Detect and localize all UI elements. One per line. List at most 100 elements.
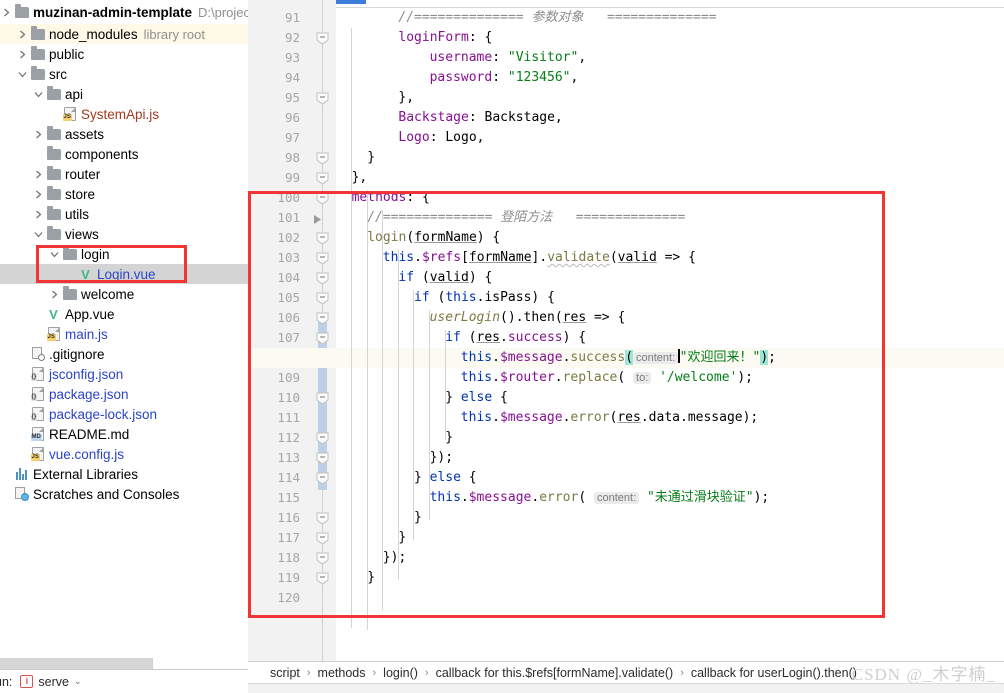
project-tree[interactable]: muzinan-admin-template D:\project\m node_m… <box>0 0 248 504</box>
breadcrumb-item[interactable]: methods <box>318 666 366 680</box>
breadcrumb-item[interactable]: callback for this.$refs[formName].valida… <box>436 666 674 680</box>
chevron-right-icon[interactable] <box>0 8 13 17</box>
run-configuration-bar[interactable]: un: serve ⌄ <box>0 669 248 693</box>
tree-item-views[interactable]: views <box>0 224 248 244</box>
code-line[interactable]: if (this.isPass) { <box>336 288 555 308</box>
breadcrumb-item[interactable]: script <box>270 666 300 680</box>
chevron-right-icon[interactable] <box>32 210 45 219</box>
tree-item-vue-config-js[interactable]: JS vue.config.js <box>0 444 248 464</box>
tree-item-welcome[interactable]: welcome <box>0 284 248 304</box>
fold-toggle-icon[interactable] <box>316 192 329 205</box>
code-line[interactable]: } else { <box>336 468 477 488</box>
fold-toggle-icon[interactable] <box>316 252 329 265</box>
chevron-down-icon[interactable] <box>48 250 61 259</box>
code-line[interactable]: //============== 参数对象 ============== <box>336 8 716 28</box>
fold-toggle-icon[interactable] <box>316 312 329 325</box>
run-gutter-icon[interactable] <box>312 213 324 225</box>
chevron-right-icon[interactable] <box>32 130 45 139</box>
code-content[interactable]: //============== 参数对象 ============== logi… <box>336 0 1004 661</box>
tree-item-readme-md[interactable]: MD README.md <box>0 424 248 444</box>
chevron-right-icon[interactable] <box>16 50 29 59</box>
fold-toggle-icon[interactable] <box>316 512 329 525</box>
code-line[interactable]: this.$message.success(content: "欢迎回来！"); <box>336 348 776 368</box>
tree-item-main-js[interactable]: JS main.js <box>0 324 248 344</box>
tree-item-login[interactable]: login <box>0 244 248 264</box>
tree-item-scratches-and-consoles[interactable]: Scratches and Consoles <box>0 484 248 504</box>
code-token: valid <box>617 250 657 265</box>
tree-item-store[interactable]: store <box>0 184 248 204</box>
chevron-down-icon[interactable]: ⌄ <box>74 676 82 687</box>
tree-item-api[interactable]: api <box>0 84 248 104</box>
breadcrumb-item[interactable]: callback for userLogin().then() <box>691 666 857 680</box>
fold-toggle-icon[interactable] <box>316 432 329 445</box>
tree-item-app-vue[interactable]: V App.vue <box>0 304 248 324</box>
editor-pane[interactable]: //============== 参数对象 ============== logi… <box>248 0 1004 693</box>
code-line[interactable]: } <box>336 528 406 548</box>
code-line[interactable]: password: "123456", <box>336 68 579 88</box>
fold-toggle-icon[interactable] <box>316 172 329 185</box>
code-line[interactable]: userLogin().then(res => { <box>336 308 626 328</box>
tree-item-label: App.vue <box>65 306 115 322</box>
chevron-right-icon[interactable] <box>48 290 61 299</box>
code-line[interactable]: } else { <box>336 388 508 408</box>
fold-toggle-icon[interactable] <box>316 272 329 285</box>
project-tree-pane[interactable]: muzinan-admin-template D:\project\m node_m… <box>0 0 248 693</box>
chevron-down-icon[interactable] <box>16 70 29 79</box>
code-line[interactable]: username: "Visitor", <box>336 48 587 68</box>
fold-toggle-icon[interactable] <box>316 392 329 405</box>
code-line[interactable]: if (valid) { <box>336 268 492 288</box>
fold-toggle-icon[interactable] <box>316 472 329 485</box>
fold-toggle-icon[interactable] <box>316 452 329 465</box>
tree-item-jsconfig-json[interactable]: {} jsconfig.json <box>0 364 248 384</box>
chevron-right-icon[interactable] <box>32 170 45 179</box>
tree-item-public[interactable]: public <box>0 44 248 64</box>
code-line[interactable]: Backstage: Backstage, <box>336 108 562 128</box>
folder-icon <box>45 86 62 100</box>
chevron-down-icon[interactable] <box>32 230 45 239</box>
code-line[interactable]: this.$message.error(res.data.message); <box>336 408 758 428</box>
tree-item-utils[interactable]: utils <box>0 204 248 224</box>
tree-item-systemapi-js[interactable]: JS SystemApi.js <box>0 104 248 124</box>
code-line[interactable]: this.$message.error( content: "未通过滑块验证")… <box>336 488 770 508</box>
tree-item-package-json[interactable]: {} package.json <box>0 384 248 404</box>
tree-item-login-vue[interactable]: V Login.vue <box>0 264 248 284</box>
fold-toggle-icon[interactable] <box>316 572 329 585</box>
tree-item-package-lock-json[interactable]: {} package-lock.json <box>0 404 248 424</box>
code-line[interactable]: //============== 登陌方法 ============== <box>336 208 685 228</box>
code-line[interactable]: }, <box>336 88 414 108</box>
fold-toggle-icon[interactable] <box>316 92 329 105</box>
tree-item-external-libraries[interactable]: External Libraries <box>0 464 248 484</box>
code-line[interactable]: }); <box>336 548 406 568</box>
code-line[interactable]: }); <box>336 448 453 468</box>
tree-item-gitignore[interactable]: .gitignore <box>0 344 248 364</box>
fold-toggle-icon[interactable] <box>316 152 329 165</box>
code-line[interactable]: } <box>336 148 375 168</box>
breadcrumb-item[interactable]: login() <box>383 666 418 680</box>
code-line[interactable]: } <box>336 568 375 588</box>
chevron-right-icon[interactable] <box>32 190 45 199</box>
tree-item-router[interactable]: router <box>0 164 248 184</box>
tree-item-assets[interactable]: assets <box>0 124 248 144</box>
fold-toggle-icon[interactable] <box>316 232 329 245</box>
code-line[interactable]: } <box>336 428 453 448</box>
fold-toggle-icon[interactable] <box>316 552 329 565</box>
fold-toggle-icon[interactable] <box>316 292 329 305</box>
tree-item-components[interactable]: components <box>0 144 248 164</box>
fold-toggle-icon[interactable] <box>316 332 329 345</box>
fold-toggle-icon[interactable] <box>316 532 329 545</box>
code-line[interactable]: this.$refs[formName].validate(valid => { <box>336 248 696 268</box>
run-config-name[interactable]: serve <box>38 675 69 689</box>
tree-item-node-modules[interactable]: node_modules library root <box>0 24 248 44</box>
code-line[interactable]: login(formName) { <box>336 228 500 248</box>
chevron-down-icon[interactable] <box>32 90 45 99</box>
tree-item-src[interactable]: src <box>0 64 248 84</box>
code-line[interactable]: loginForm: { <box>336 28 492 48</box>
tree-item-project-root[interactable]: muzinan-admin-template D:\project\m <box>0 0 248 24</box>
tree-item-label: muzinan-admin-template <box>33 4 193 20</box>
fold-toggle-icon[interactable] <box>316 32 329 45</box>
code-line[interactable]: if (res.success) { <box>336 328 586 348</box>
chevron-right-icon[interactable] <box>16 30 29 39</box>
code-line[interactable]: Logo: Logo, <box>336 128 484 148</box>
line-number: 93 <box>284 50 300 65</box>
code-line[interactable]: } <box>336 508 422 528</box>
